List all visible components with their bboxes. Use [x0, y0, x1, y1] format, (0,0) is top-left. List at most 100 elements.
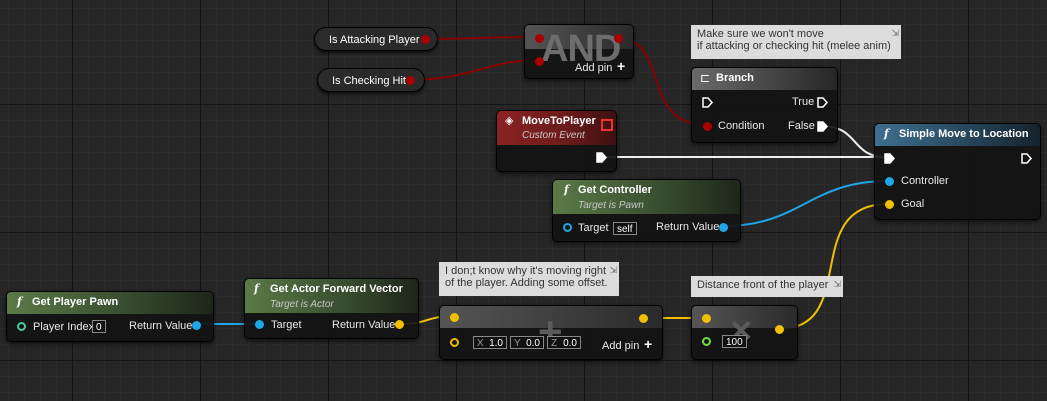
multiply-in-pin-b[interactable] [702, 337, 711, 346]
add-node-comment: I don;t know why it's moving right of th… [439, 262, 619, 296]
and-in-pin-a[interactable] [535, 34, 544, 43]
wire-checking-to-and [408, 59, 539, 81]
get-player-pawn-return-pin[interactable] [192, 321, 201, 330]
branch-exec-in-pin[interactable] [702, 97, 713, 108]
function-icon: f [254, 282, 259, 295]
branch-true-pin[interactable] [817, 97, 828, 108]
plus-icon[interactable]: + [617, 58, 625, 74]
controller-pin[interactable] [885, 177, 894, 186]
multiply-node[interactable]: × 100 [691, 305, 798, 360]
wire-attacking-to-and [424, 36, 539, 40]
plus-icon[interactable]: + [644, 336, 652, 352]
get-controller-header: f Get Controller Target is Pawn [553, 180, 740, 214]
var-label: Is Checking Hit [332, 75, 406, 87]
delegate-pin[interactable] [601, 119, 613, 131]
get-controller-return-pin[interactable] [719, 223, 728, 232]
pin-icon[interactable]: ⇲ [609, 264, 617, 276]
simple-move-exec-in-pin[interactable] [884, 153, 895, 164]
simple-move-node[interactable]: f Simple Move to Location Controller Goa… [874, 123, 1041, 220]
get-player-pawn-return-label: Return Value [129, 320, 193, 332]
custom-event-node[interactable]: ◈ MoveToPlayer Custom Event [496, 110, 617, 172]
function-icon: f [564, 183, 569, 196]
y-field[interactable]: Y 0.0 [510, 336, 544, 349]
forward-vector-title: Get Actor Forward Vector [270, 283, 403, 295]
simple-move-header: f Simple Move to Location [875, 124, 1040, 146]
controller-label: Controller [901, 175, 949, 187]
add-in-pin-a[interactable] [450, 313, 459, 322]
forward-vector-node[interactable]: f Get Actor Forward Vector Target is Act… [244, 278, 419, 339]
and-out-pin[interactable] [614, 34, 623, 43]
branch-condition-label: Condition [718, 120, 765, 132]
branch-header: ⊏ Branch [692, 68, 837, 90]
goal-label: Goal [901, 198, 925, 210]
player-index-label: Player Index [33, 321, 95, 333]
get-player-pawn-node[interactable]: f Get Player Pawn Player Index 0 Return … [6, 291, 214, 342]
and-in-pin-b[interactable] [535, 57, 544, 66]
goal-pin[interactable] [885, 200, 894, 209]
pin-icon[interactable]: ⇲ [833, 278, 841, 290]
y-value: 0.0 [526, 338, 540, 349]
var-is-checking-hit[interactable]: Is Checking Hit [317, 68, 425, 92]
forward-vector-subtitle: Target is Actor [270, 299, 334, 310]
var-label: Is Attacking Player [329, 34, 420, 46]
get-player-pawn-header: f Get Player Pawn [7, 292, 213, 314]
multiply-in-pin-a[interactable] [702, 314, 711, 323]
branch-true-label: True [792, 96, 815, 108]
branch-condition-pin[interactable] [703, 122, 712, 131]
z-label: Z [551, 338, 558, 349]
get-controller-target-pin[interactable] [563, 223, 572, 232]
pin-icon[interactable]: ⇲ [891, 27, 899, 39]
vector-add-node[interactable]: + X 1.0 Y 0.0 Z 0.0 Add pin + [439, 305, 663, 360]
player-index-field[interactable]: 0 [92, 320, 106, 333]
event-exec-out-pin[interactable] [596, 152, 607, 163]
get-player-pawn-title: Get Player Pawn [32, 296, 119, 308]
branch-false-pin[interactable] [817, 121, 828, 132]
x-value: 1.0 [489, 338, 503, 349]
multiply-comment: Distance front of the player ⇲ [691, 276, 843, 297]
forward-vector-target-label: Target [271, 319, 302, 331]
player-index-pin[interactable] [17, 322, 26, 331]
custom-event-subtitle: Custom Event [522, 130, 585, 141]
and-add-pin-label[interactable]: Add pin [575, 62, 612, 74]
forward-vector-return-pin[interactable] [395, 320, 404, 329]
x-label: X [477, 338, 484, 349]
custom-event-header: ◈ MoveToPlayer Custom Event [497, 111, 616, 145]
branch-comment: Make sure we won't move if attacking or … [691, 25, 901, 59]
branch-comment-text: Make sure we won't move if attacking or … [697, 28, 891, 52]
simple-move-exec-out-pin[interactable] [1021, 153, 1032, 164]
add-in-pin-b[interactable] [450, 338, 459, 347]
forward-vector-header: f Get Actor Forward Vector Target is Act… [245, 279, 418, 313]
y-label: Y [514, 338, 521, 349]
forward-vector-return-label: Return Value [332, 319, 396, 331]
forward-vector-target-pin[interactable] [255, 320, 264, 329]
event-diamond-icon: ◈ [505, 115, 514, 127]
add-out-pin[interactable] [639, 314, 648, 323]
function-icon: f [884, 127, 889, 140]
get-controller-subtitle: Target is Pawn [578, 200, 644, 211]
var-out-pin[interactable] [406, 76, 415, 85]
custom-event-title: MoveToPlayer [522, 115, 596, 127]
branch-node[interactable]: ⊏ Branch True Condition False [691, 67, 838, 143]
and-node[interactable]: AND Add pin + [524, 24, 634, 79]
branch-false-label: False [788, 120, 815, 132]
function-icon: f [17, 295, 22, 308]
add-node-comment-text: I don;t know why it's moving right of th… [445, 265, 608, 289]
multiply-comment-text: Distance front of the player [697, 279, 829, 291]
z-field[interactable]: Z 0.0 [547, 336, 581, 349]
get-controller-return-label: Return Value [656, 221, 720, 233]
get-controller-title: Get Controller [578, 184, 652, 196]
multiply-out-pin[interactable] [775, 325, 784, 334]
var-out-pin[interactable] [421, 35, 430, 44]
get-controller-target-label: Target [578, 222, 609, 234]
multiply-value-field[interactable]: 100 [722, 335, 747, 348]
z-value: 0.0 [563, 338, 577, 349]
branch-title: Branch [716, 72, 754, 84]
x-field[interactable]: X 1.0 [473, 336, 507, 349]
wire-controller [723, 180, 889, 227]
get-controller-node[interactable]: f Get Controller Target is Pawn Target s… [552, 179, 741, 242]
branch-icon: ⊏ [700, 71, 711, 85]
get-controller-target-field[interactable]: self [613, 222, 637, 235]
var-is-attacking-player[interactable]: Is Attacking Player [314, 27, 438, 51]
add-add-pin-label[interactable]: Add pin [602, 340, 639, 352]
simple-move-title: Simple Move to Location [899, 128, 1029, 140]
